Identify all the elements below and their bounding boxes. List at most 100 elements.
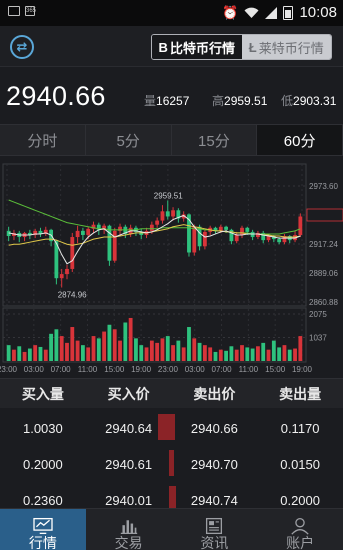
image-icon	[8, 6, 20, 16]
volume-bar	[213, 351, 218, 361]
volume-bar	[86, 347, 91, 361]
price-axis-label: 2860.88	[309, 298, 338, 307]
status-left-icons: 365	[8, 6, 37, 16]
tab-timeshare[interactable]: 分时	[0, 125, 86, 155]
volume-label: 量	[144, 94, 157, 108]
ask-qty: 0.0150	[280, 456, 320, 472]
nav-trade-label: 交易	[114, 535, 143, 550]
volume-bar	[118, 340, 122, 361]
low-label: 低	[281, 94, 294, 108]
nav-market-label: 行情	[28, 535, 57, 550]
volume-bar	[43, 349, 48, 361]
kline-chart[interactable]: 2973.602945.422917.242889.062860.8820751…	[0, 156, 343, 378]
battery-icon	[283, 5, 294, 20]
volume-bar	[107, 324, 112, 361]
ask-depth-bar	[171, 450, 174, 476]
nav-trade[interactable]: 交易	[86, 509, 172, 550]
volume-bar	[282, 345, 287, 361]
volume-bar	[277, 347, 282, 361]
price-axis-label: 2917.24	[309, 240, 338, 249]
candle-body	[234, 234, 239, 242]
volume-panel-frame	[2, 307, 307, 363]
volume-bar	[139, 345, 144, 361]
volume-bar	[80, 345, 85, 361]
volume-bar	[261, 342, 266, 361]
candle-body	[59, 274, 64, 279]
volume-bar	[256, 346, 260, 361]
volume-bar	[245, 347, 250, 361]
volume-bar	[155, 342, 160, 361]
nav-market[interactable]: 行情	[0, 509, 86, 550]
nav-account[interactable]: 账户	[257, 509, 343, 550]
volume-bar	[187, 327, 191, 361]
time-axis-label: 15:00	[265, 365, 286, 374]
current-price-marker	[306, 208, 343, 222]
tab-5min[interactable]: 5分	[85, 125, 172, 155]
tab-btc-market[interactable]: B 比特币行情	[152, 35, 242, 59]
candle-body	[75, 230, 80, 238]
ask-price-cell: 2940.70	[171, 444, 258, 484]
tab-15min[interactable]: 15分	[171, 125, 258, 155]
header-ask-price: 卖出价	[193, 385, 236, 402]
ask-price-cell: 2940.66	[171, 408, 258, 448]
volume-bar	[134, 338, 138, 361]
volume-bar	[91, 336, 96, 361]
time-axis-label: 11:00	[78, 365, 98, 374]
nav-news[interactable]: 资讯	[172, 509, 258, 550]
status-right: ⏰ 10:08	[222, 4, 337, 21]
volume-bar	[70, 327, 75, 361]
order-book-row[interactable]: 0.2000 2940.61 2940.70 0.0150	[0, 444, 343, 484]
litecoin-icon: Ł	[248, 39, 257, 55]
low-value: 2903.31	[293, 94, 337, 108]
bar-chart-icon	[120, 520, 137, 534]
bid-price: 2940.61	[105, 456, 153, 472]
candle-body	[218, 226, 223, 231]
volume-bar	[250, 348, 255, 361]
volume-bar	[271, 340, 276, 361]
volume-bar	[33, 345, 38, 361]
bid-qty: 0.2000	[22, 456, 63, 472]
candle-body	[250, 231, 255, 238]
wifi-icon	[244, 7, 259, 18]
bid-price-cell: 2940.64	[86, 408, 172, 448]
candle-body	[160, 211, 165, 221]
volume-bar	[54, 329, 59, 361]
candle-body	[80, 230, 85, 235]
candle-body	[165, 211, 170, 217]
volume-bar	[229, 346, 234, 361]
bid-qty: 1.0030	[22, 420, 63, 436]
tab-ltc-market[interactable]: Ł 莱特币行情	[241, 35, 331, 59]
signal-icon	[265, 6, 278, 19]
volume-bar	[38, 346, 43, 361]
candle-body	[277, 239, 282, 243]
candle-body	[112, 230, 117, 261]
price-panel-frame	[2, 163, 307, 307]
volume-bar	[27, 348, 32, 361]
volume-bar	[192, 338, 197, 361]
high-value: 2959.51	[224, 94, 268, 108]
price-axis-label: 2889.06	[309, 269, 338, 278]
candle-body	[70, 237, 75, 269]
header-bid-qty: 买入量	[21, 385, 64, 402]
candle-body	[192, 226, 197, 253]
user-icon	[291, 517, 309, 535]
volume-axis-label: 2075	[309, 310, 327, 319]
candle-body	[224, 226, 229, 230]
high-label: 高	[212, 94, 225, 108]
alarm-icon: ⏰	[222, 4, 239, 20]
notification-365-icon: 365	[25, 6, 37, 16]
tab-60min[interactable]: 60分	[257, 125, 343, 155]
exchange-logo-icon[interactable]: ⇄	[10, 35, 34, 59]
bid-depth-bar	[157, 414, 172, 440]
order-book-row[interactable]: 1.0030 2940.64 2940.66 0.1170	[0, 408, 343, 448]
ask-price: 2940.74	[190, 492, 238, 508]
bid-price: 2940.64	[105, 420, 153, 436]
volume-bar	[96, 338, 101, 361]
time-axis-label: 23:00	[0, 365, 18, 374]
volume-bar	[12, 349, 16, 361]
ask-depth-bar	[171, 414, 175, 440]
volume-bar	[123, 322, 128, 361]
low-stat: 低2903.31	[281, 92, 336, 109]
volume-bar	[149, 340, 154, 361]
high-marker-label: 2959.51	[154, 192, 183, 201]
